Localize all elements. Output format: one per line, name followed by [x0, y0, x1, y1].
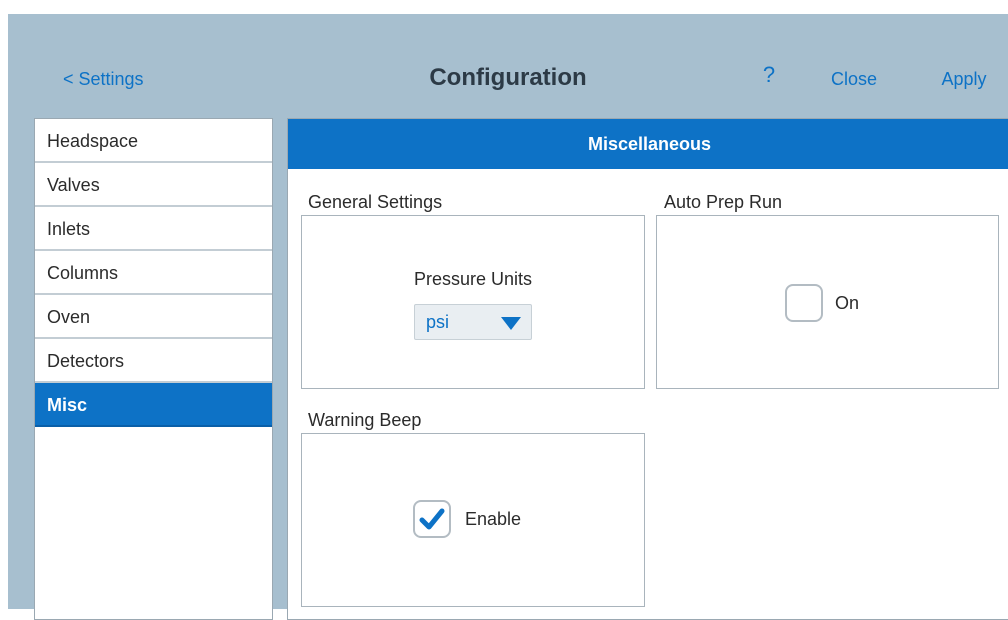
- auto-prep-run-title: Auto Prep Run: [664, 192, 783, 212]
- auto-prep-run-label: On: [835, 293, 860, 313]
- sidebar-item-valves[interactable]: Valves: [35, 163, 272, 207]
- sidebar-item-detectors[interactable]: Detectors: [35, 339, 272, 383]
- auto-prep-run-box: On: [656, 215, 999, 389]
- sidebar-item-inlets[interactable]: Inlets: [35, 207, 272, 251]
- warning-beep-label: Enable: [465, 509, 522, 529]
- sidebar-nav: Headspace Valves Inlets Columns Oven Det…: [34, 118, 273, 620]
- sidebar-item-headspace[interactable]: Headspace: [35, 119, 272, 163]
- section-header: Miscellaneous: [288, 119, 1008, 169]
- checkmark-icon: [419, 508, 445, 530]
- auto-prep-run-checkbox[interactable]: [785, 284, 823, 322]
- main-panel: Miscellaneous General Settings Pressure …: [287, 118, 1008, 620]
- warning-beep-checkbox[interactable]: [413, 500, 451, 538]
- sidebar-item-misc[interactable]: Misc: [35, 383, 272, 427]
- back-to-settings-link[interactable]: < Settings: [63, 66, 144, 92]
- warning-beep-box: Enable: [301, 433, 645, 607]
- app-window: < Settings Configuration ? Close Apply H…: [8, 14, 1008, 620]
- pressure-units-value: psi: [426, 312, 450, 332]
- warning-beep-title: Warning Beep: [308, 410, 422, 430]
- close-button[interactable]: Close: [816, 66, 892, 92]
- general-settings-title: General Settings: [308, 192, 443, 212]
- pressure-units-select[interactable]: psi: [414, 304, 532, 340]
- apply-button[interactable]: Apply: [924, 66, 1004, 92]
- sidebar-item-oven[interactable]: Oven: [35, 295, 272, 339]
- chevron-down-icon: [501, 317, 521, 330]
- general-settings-box: Pressure Units psi: [301, 215, 645, 389]
- sidebar-item-columns[interactable]: Columns: [35, 251, 272, 295]
- pressure-units-label: Pressure Units: [413, 269, 533, 289]
- page-title: Configuration: [429, 64, 587, 91]
- help-icon[interactable]: ?: [760, 60, 778, 90]
